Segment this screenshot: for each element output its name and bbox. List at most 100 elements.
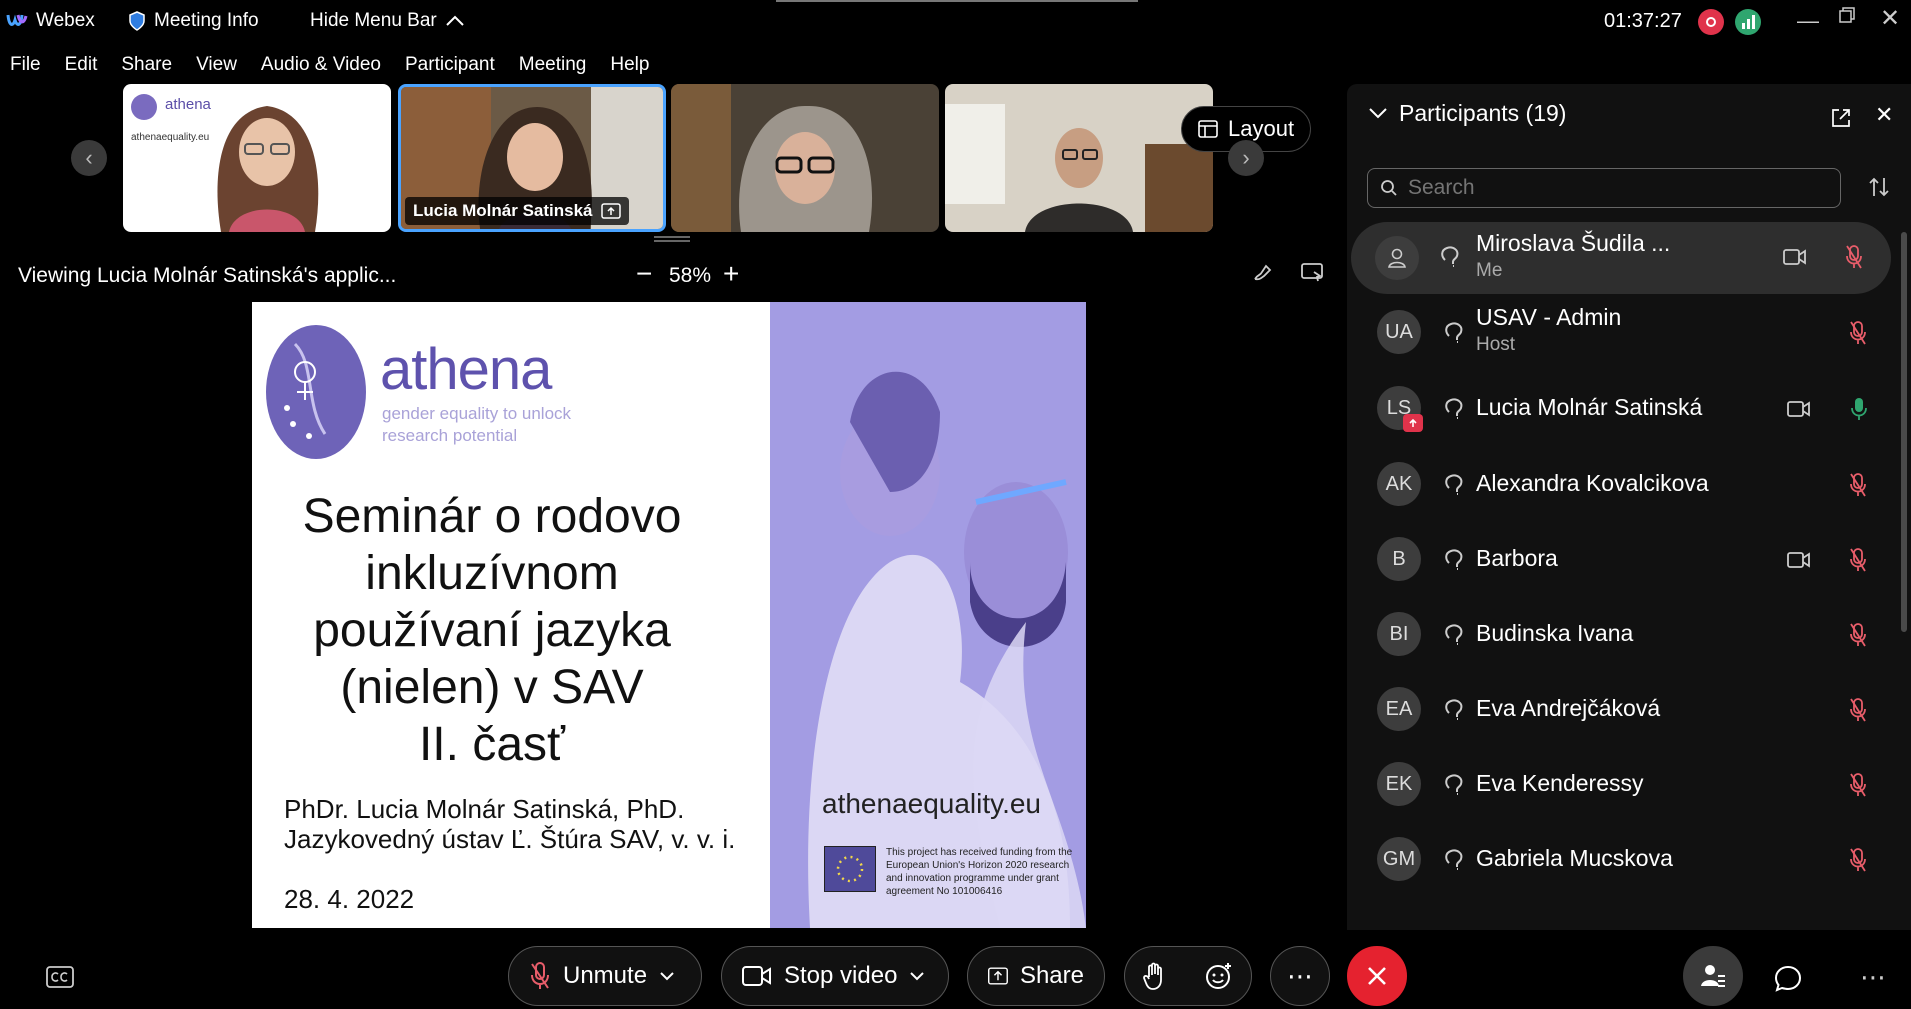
active-mic-icon[interactable] [1851, 396, 1867, 422]
chevron-down-icon[interactable] [659, 971, 675, 981]
closed-captions-icon[interactable] [46, 966, 74, 988]
eu-flag-icon [824, 846, 876, 892]
menu-audio-video[interactable]: Audio & Video [249, 50, 393, 82]
audio-connection-icon [1443, 320, 1467, 346]
menu-meeting[interactable]: Meeting [507, 50, 599, 82]
participant-video-3 [671, 84, 939, 232]
popout-icon[interactable] [1831, 108, 1851, 128]
mini-slide-url: athenaequality.eu [131, 132, 210, 143]
drag-handle[interactable] [776, 0, 1138, 2]
participant-row[interactable]: EA Eva Andrejčáková [1347, 673, 1887, 745]
slide-funding-line-1: This project has received funding from t… [886, 847, 1073, 858]
participant-row[interactable]: AK Alexandra Kovalcikova [1347, 448, 1887, 520]
recording-indicator-icon[interactable] [1698, 9, 1724, 35]
webex-logo-icon [6, 14, 28, 26]
participant-row[interactable]: EK Eva Kenderessy [1347, 748, 1887, 820]
share-button[interactable]: Share [967, 946, 1105, 1006]
sharing-status-text: Viewing Lucia Molnár Satinská's applic..… [18, 264, 397, 287]
muted-mic-icon[interactable] [1849, 622, 1867, 648]
participant-name: Miroslava Šudila ... [1476, 230, 1671, 256]
participant-role: Host [1476, 334, 1516, 355]
stop-video-label: Stop video [784, 962, 898, 989]
close-window-icon[interactable]: ✕ [1880, 4, 1900, 33]
chat-button[interactable] [1774, 964, 1802, 992]
annotate-icon[interactable] [1252, 262, 1274, 284]
audio-connection-icon [1443, 622, 1467, 648]
video-thumbnail-1[interactable]: athena athenaequality.eu [123, 84, 391, 232]
avatar: EK [1377, 762, 1421, 806]
chevron-down-icon[interactable] [909, 971, 925, 981]
participant-row[interactable]: BI Budinska Ivana [1347, 598, 1887, 670]
raise-hand-icon[interactable] [1142, 961, 1169, 991]
muted-mic-icon[interactable] [1849, 847, 1867, 873]
panel-scrollbar[interactable] [1901, 232, 1907, 632]
slide-title-line-5: II. časť [418, 718, 566, 771]
sharing-badge-icon [1403, 414, 1423, 432]
hide-menu-bar-button[interactable]: Hide Menu Bar [310, 10, 465, 32]
unmute-label: Unmute [563, 962, 648, 989]
thumbnails-next-button[interactable]: › [1228, 140, 1264, 176]
menu-share[interactable]: Share [109, 50, 184, 82]
chat-icon [1774, 965, 1802, 992]
menu-participant[interactable]: Participant [393, 50, 507, 82]
thumbnails-prev-button[interactable]: ‹ [71, 140, 107, 176]
avatar: B [1377, 537, 1421, 581]
menu-help[interactable]: Help [598, 50, 661, 82]
more-options-button[interactable]: ⋯ [1270, 946, 1330, 1006]
muted-mic-icon[interactable] [1849, 697, 1867, 723]
avatar [1375, 236, 1419, 280]
muted-mic-icon[interactable] [1849, 472, 1867, 498]
leave-meeting-button[interactable] [1347, 946, 1407, 1006]
video-thumbnail-active[interactable]: Lucia Molnár Satinská [398, 84, 666, 232]
shared-slide: athena gender equality to unlock researc… [252, 302, 1086, 928]
minimize-icon[interactable]: — [1797, 8, 1819, 34]
participant-row[interactable]: B Barbora [1347, 523, 1887, 595]
slide-title-line-1: Seminár o rodovo [302, 490, 682, 543]
audio-connection-icon [1439, 244, 1463, 270]
muted-mic-icon[interactable] [1849, 320, 1867, 346]
menu-edit[interactable]: Edit [53, 50, 110, 82]
audio-connection-icon [1443, 547, 1467, 573]
zoom-in-button[interactable]: + [723, 258, 739, 290]
network-stats-icon[interactable] [1735, 9, 1761, 35]
participant-row[interactable]: UA USAV - Admin Host [1347, 296, 1887, 368]
participant-row[interactable]: GM Gabriela Mucskova [1347, 823, 1887, 895]
participants-icon [1701, 965, 1725, 987]
muted-mic-icon[interactable] [1849, 772, 1867, 798]
remote-control-icon[interactable] [1300, 262, 1324, 284]
slide-institute: Jazykovedný ústav Ľ. Štúra SAV, v. v. i. [284, 824, 736, 854]
reactions-emoji-icon[interactable] [1204, 961, 1234, 991]
resize-handle[interactable] [654, 236, 690, 242]
stop-video-button[interactable]: Stop video [721, 946, 949, 1006]
meeting-toolbar: Unmute Stop video Share ⋯ ⋯ [0, 930, 1911, 1009]
menu-view[interactable]: View [184, 50, 249, 82]
participant-row[interactable]: Miroslava Šudila ... Me [1351, 222, 1891, 294]
more-panels-icon[interactable]: ⋯ [1860, 962, 1886, 993]
close-icon [1368, 967, 1386, 985]
participant-role: Me [1476, 260, 1503, 281]
participant-name: Alexandra Kovalcikova [1476, 470, 1709, 496]
search-input[interactable] [1408, 176, 1808, 200]
slide-date: 28. 4. 2022 [284, 884, 415, 914]
menu-file[interactable]: File [0, 50, 53, 82]
collapse-panel-chevron-icon[interactable] [1367, 106, 1389, 120]
restore-icon[interactable] [1838, 6, 1856, 24]
participant-row[interactable]: LS Lucia Molnár Satinská [1347, 372, 1887, 444]
zoom-out-button[interactable]: − [636, 258, 652, 290]
muted-mic-icon [531, 962, 549, 989]
unmute-button[interactable]: Unmute [508, 946, 702, 1006]
avatar: UA [1377, 310, 1421, 354]
close-panel-icon[interactable]: ✕ [1875, 102, 1893, 128]
muted-mic-icon[interactable] [1845, 244, 1863, 270]
sort-icon[interactable] [1867, 176, 1891, 198]
avatar: AK [1377, 462, 1421, 506]
meeting-info-button[interactable]: Meeting Info [128, 10, 259, 32]
active-speaker-name: Lucia Molnár Satinská [413, 201, 593, 220]
video-thumbnail-3[interactable] [671, 84, 939, 232]
layout-icon [1198, 120, 1218, 138]
participants-panel-button[interactable] [1683, 946, 1743, 1006]
muted-mic-icon[interactable] [1849, 547, 1867, 573]
app-title: Webex [6, 10, 95, 32]
video-thumbnail-4[interactable] [945, 84, 1213, 232]
search-field[interactable] [1367, 168, 1841, 208]
